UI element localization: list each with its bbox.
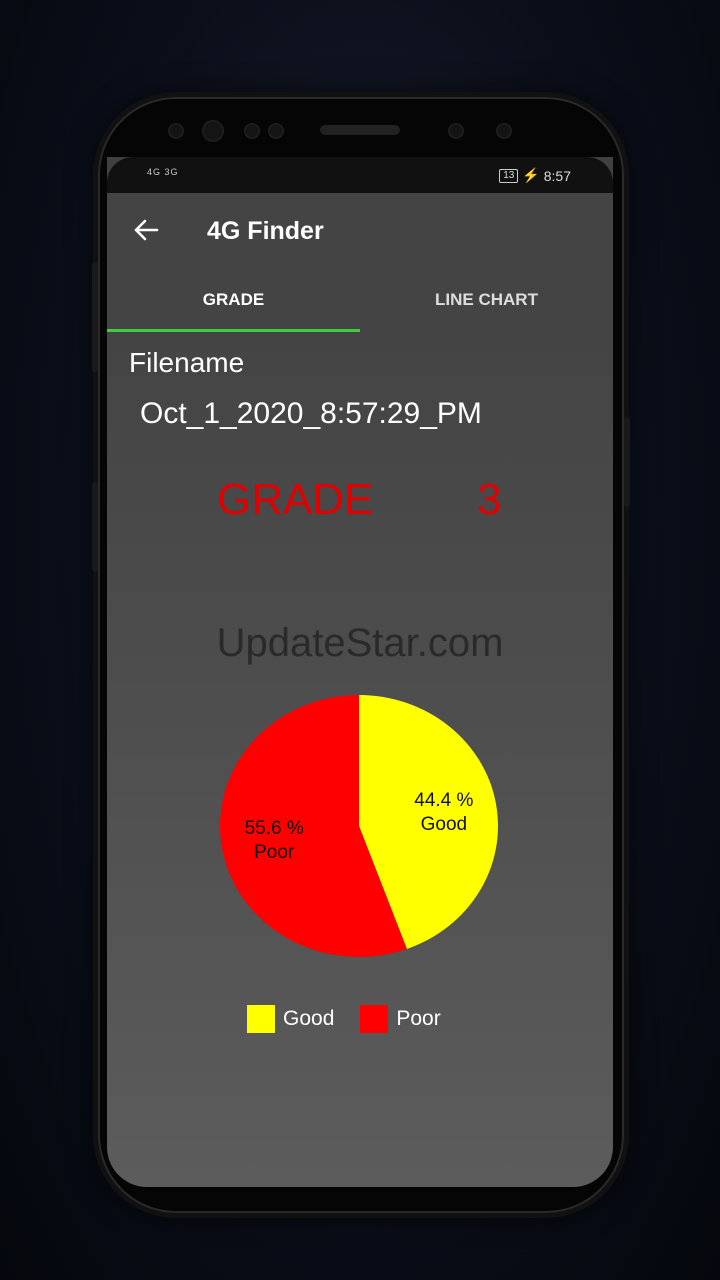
sensor-icon: [496, 123, 512, 139]
pie-chart: 44.4 % Good 55.6 % Poor: [219, 695, 498, 957]
chart-legend: Good Poor: [247, 1005, 467, 1033]
tab-grade[interactable]: GRADE: [107, 269, 360, 333]
pie-label-percent-good: 44.4 %: [414, 790, 473, 811]
battery-icon: 13: [499, 168, 519, 183]
grade-label: GRADE: [217, 475, 374, 524]
status-right: 13 ⚡ 8:57: [499, 167, 571, 184]
sensor-icon: [244, 123, 260, 139]
signal-indicators: 4G 3G: [147, 167, 179, 177]
filename-label: Filename: [129, 347, 245, 378]
status-time: 8:57: [543, 167, 571, 184]
app-bar: 4G Finder: [107, 193, 613, 269]
legend-swatch-poor: [360, 1005, 389, 1033]
front-camera-icon: [202, 120, 224, 142]
legend-item-good: Good: [247, 1005, 334, 1033]
power-button: [624, 417, 630, 507]
tab-indicator: [107, 329, 360, 332]
iris-camera-icon: [448, 123, 464, 139]
tab-bar: GRADE LINE CHART: [107, 269, 613, 333]
app-title: 4G Finder: [207, 217, 324, 245]
status-bar: 4G 3G 13 ⚡ 8:57: [107, 157, 613, 193]
watermark-text: UpdateStar.com: [216, 621, 504, 665]
legend-swatch-good: [247, 1005, 275, 1033]
sensor-icon: [168, 123, 184, 139]
legend-item-poor: Poor: [360, 1005, 441, 1033]
legend-label-good: Good: [283, 1007, 335, 1030]
charging-icon: ⚡: [522, 167, 540, 183]
earpiece-speaker: [320, 125, 400, 135]
screen: 4G 3G 13 ⚡ 8:57 4G Finder GRADE LINE CHA…: [107, 157, 613, 1187]
grade-value: 3: [477, 475, 502, 524]
legend-label-poor: Poor: [396, 1007, 441, 1030]
tab-line-chart[interactable]: LINE CHART: [360, 269, 613, 333]
top-bezel: [98, 97, 624, 157]
volume-button: [92, 262, 98, 372]
bixby-button: [92, 482, 98, 572]
pie-label-percent-poor: 55.6 %: [245, 818, 304, 839]
sensor-icon: [268, 123, 284, 139]
filename-value: Oct_1_2020_8:57:29_PM: [140, 397, 482, 430]
arrow-left-icon[interactable]: [131, 215, 161, 245]
pie-label-name-good: Good: [421, 814, 467, 835]
pie-label-name-poor: Poor: [254, 842, 295, 863]
